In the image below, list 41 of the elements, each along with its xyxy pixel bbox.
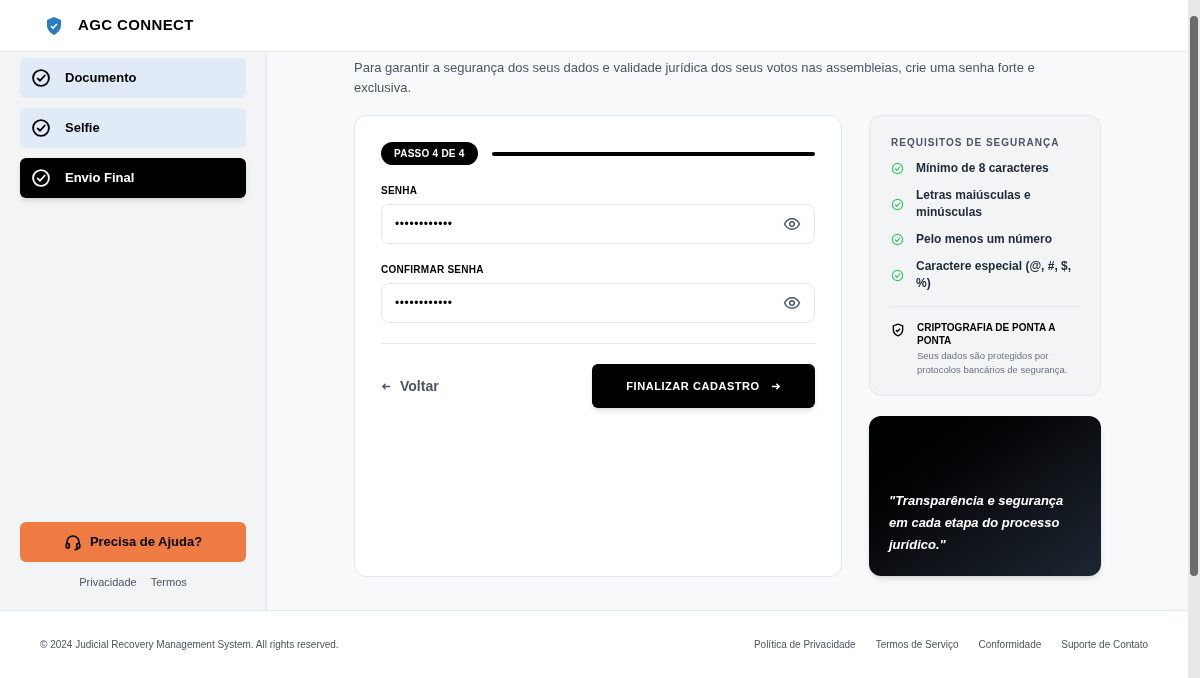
logo-icon [44, 15, 64, 36]
sidebar-link[interactable]: Termos [150, 573, 187, 590]
check-circle-icon [31, 68, 51, 88]
security-text: Seus dados são protegidos por protocolos bancários de segurança. [917, 349, 1069, 377]
step-item[interactable]: Documento [20, 58, 246, 98]
eye-icon[interactable] [783, 294, 801, 312]
check-circle-icon [891, 197, 904, 211]
field-label: CONFIRMAR SENHA [381, 263, 485, 277]
brand-name: AGC CONNECT [78, 15, 194, 36]
eye-icon[interactable] [783, 215, 801, 233]
requirements-title: REQUISITOS DE SEGURANÇA [891, 136, 1061, 150]
footer-link[interactable]: Política de Privacidade [753, 637, 856, 652]
password-field[interactable]: •••••••••••• [381, 204, 815, 244]
requirement-text: Caractere especial (@, #, $, %) [916, 258, 1073, 292]
copyright-text: © 2024 Judicial Recovery Management System. All rights reserved. [40, 638, 339, 652]
field-label: SENHA [381, 184, 419, 198]
help-button[interactable]: Precisa de Ajuda? [20, 521, 246, 562]
check-circle-icon [891, 162, 904, 175]
check-circle-icon [891, 268, 904, 282]
password-field[interactable]: •••••••••••• [381, 283, 815, 323]
step-item[interactable]: Envio Final [20, 158, 246, 198]
footer-link[interactable]: Suporte de Contato [1061, 637, 1148, 652]
headset-icon [63, 532, 82, 551]
scrollbar[interactable] [1188, 0, 1200, 678]
check-circle-icon [891, 233, 904, 246]
footer-link[interactable]: Termos de Serviço [875, 637, 959, 652]
requirement-text: Mínimo de 8 caracteres [916, 160, 1049, 177]
requirement-text: Letras maiúsculas e minúsculas [916, 187, 1032, 221]
check-circle-icon [31, 118, 51, 138]
requirement-text: Pelo menos um número [916, 231, 1053, 248]
quote-text: "Transparência e segurança em cada etapa do processo jurídico." [889, 492, 1065, 554]
step-badge: PASSO 4 DE 4 [381, 142, 478, 165]
back-link[interactable]: Voltar [381, 375, 439, 397]
check-circle-icon [31, 168, 51, 188]
submit-button[interactable]: FINALIZAR CADASTRO [592, 364, 815, 408]
footer-link[interactable]: Conformidade [978, 637, 1042, 652]
step-item[interactable]: Selfie [20, 108, 246, 148]
shield-check-icon [891, 323, 905, 337]
security-title: CRIPTOGRAFIA DE PONTA A PONTA [917, 321, 1057, 347]
intro-text: Para garantir a segurança dos seus dados e validade jurídica dos seus votos nas assembleias, crie uma senha forte e exclusiva. [354, 59, 1036, 97]
sidebar-link[interactable]: Privacidade [79, 573, 137, 590]
